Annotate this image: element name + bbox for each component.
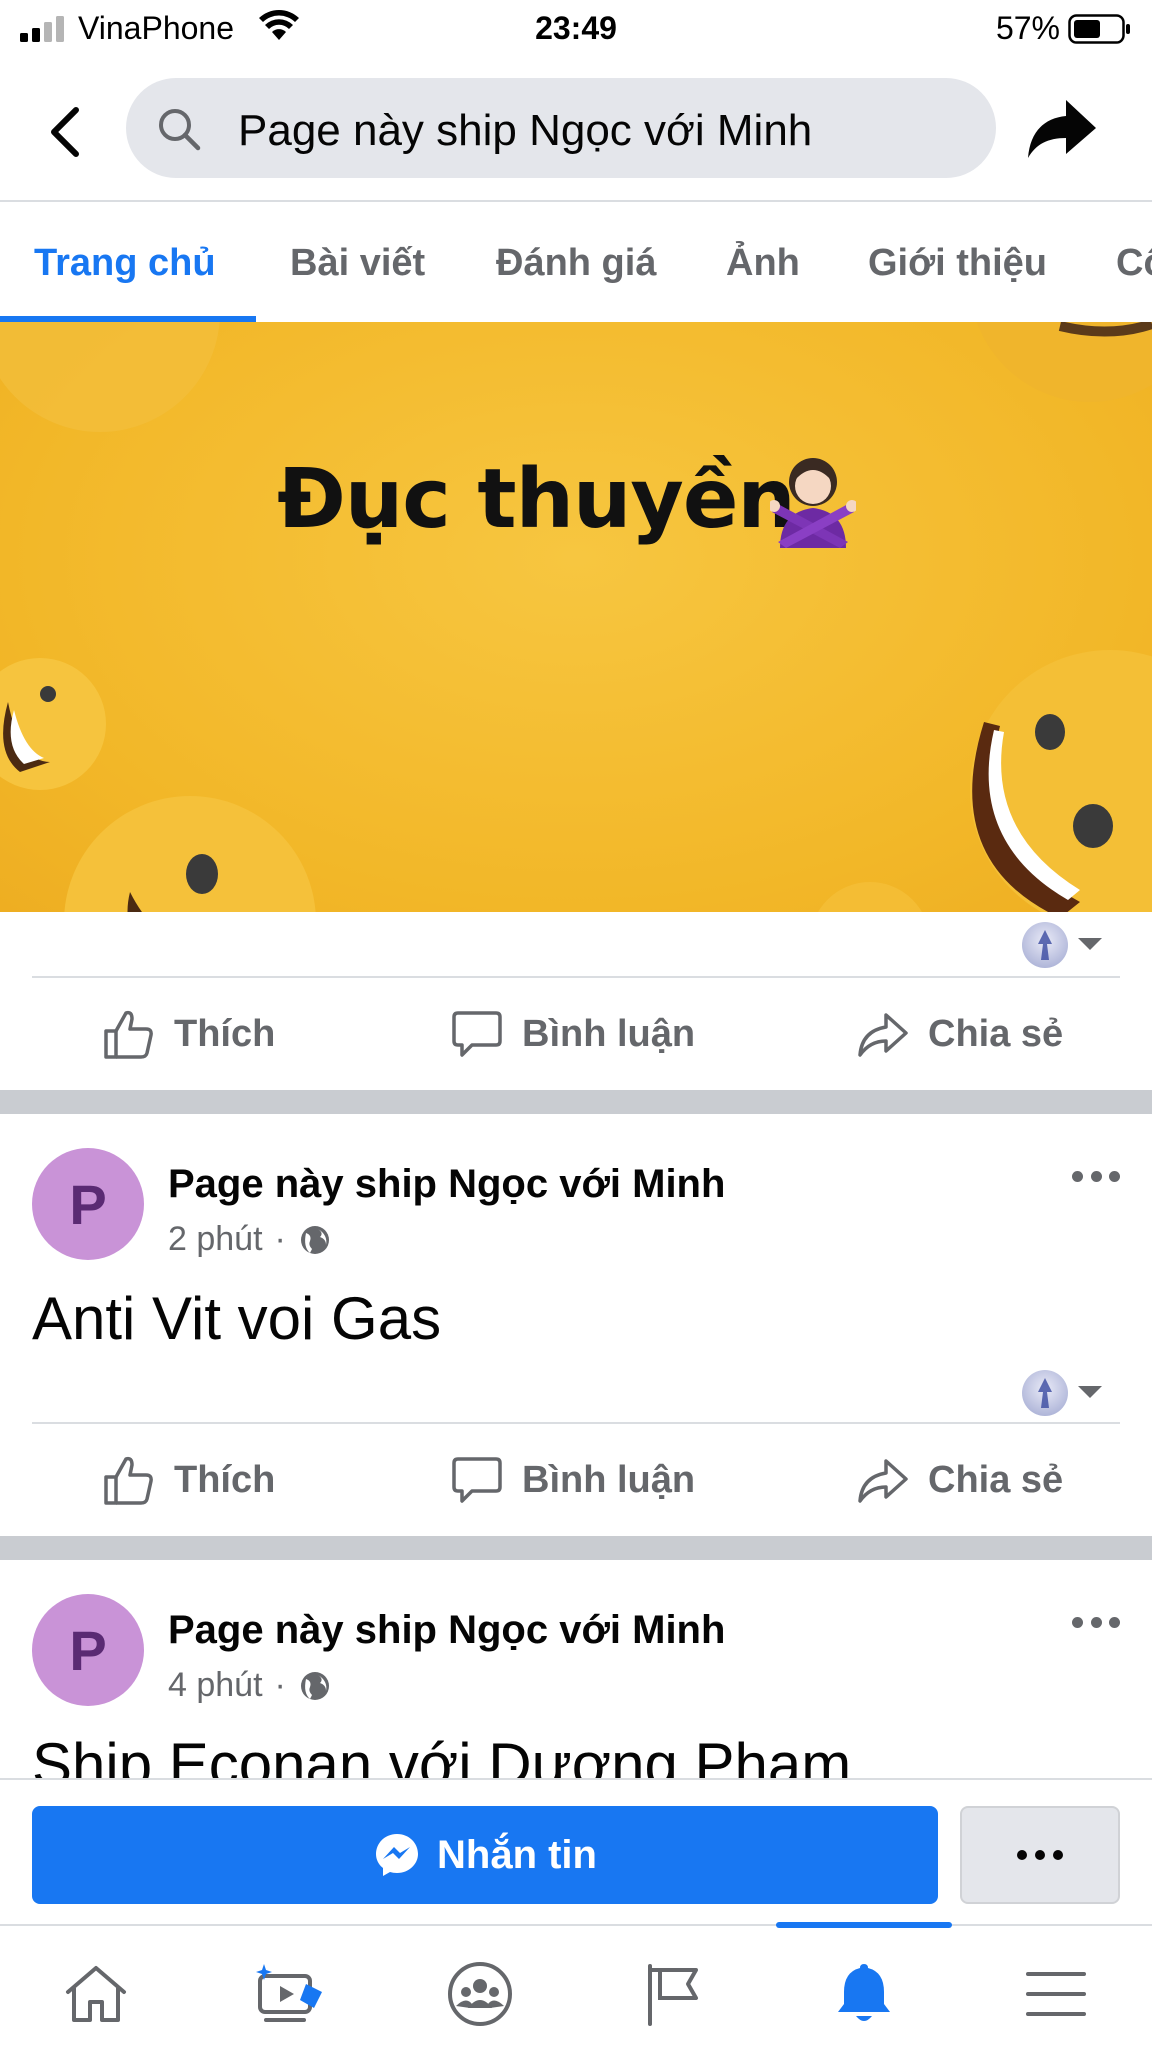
share-page-button[interactable] <box>1024 90 1100 166</box>
avatar[interactable]: P <box>32 1594 144 1706</box>
active-tab-indicator <box>776 1922 952 1928</box>
reaction-selector[interactable] <box>1022 1370 1112 1416</box>
avatar <box>1022 922 1068 968</box>
avatar[interactable]: P <box>32 1148 144 1260</box>
flag-icon <box>648 1964 698 2026</box>
dot <box>1053 1850 1063 1860</box>
cover-title: Đục thuyền <box>0 452 1152 547</box>
video-icon <box>256 1964 322 2022</box>
post-time[interactable]: 2 phút <box>168 1220 263 1259</box>
search-header: Page này ship Ngọc với Minh <box>0 62 1152 202</box>
home-icon <box>66 1966 126 2022</box>
dot <box>1109 1170 1120 1182</box>
more-dots-icon <box>1072 1616 1083 1628</box>
reaction-selector[interactable] <box>1022 922 1112 968</box>
dot <box>1090 1616 1102 1628</box>
dot <box>1109 1616 1120 1628</box>
message-button[interactable]: Nhắn tin <box>32 1806 938 1904</box>
app-tab-bar <box>0 1922 1152 2048</box>
like-label: Thích <box>174 1458 276 1501</box>
post-author[interactable]: Page này ship Ngọc với Minh <box>168 1608 725 1653</box>
tab-about[interactable]: Giới thiệu <box>868 242 1047 285</box>
hamburger-menu-icon <box>1026 1972 1086 2016</box>
caret-down-icon <box>1078 1386 1102 1398</box>
dot <box>1090 1170 1102 1182</box>
tab-posts[interactable]: Bài viết <box>290 242 425 285</box>
caret-down-icon <box>1078 938 1102 950</box>
post-options-button[interactable] <box>1072 1612 1120 1632</box>
globe-icon <box>300 1671 329 1700</box>
post-meta: 4 phút · <box>168 1666 332 1705</box>
like-button[interactable]: Thích <box>102 1424 275 1536</box>
tab-reviews[interactable]: Đánh giá <box>496 242 656 285</box>
comment-label: Bình luận <box>522 1458 696 1501</box>
battery-percent: 57% <box>995 10 1060 46</box>
share-label: Chia sẻ <box>928 1012 1064 1055</box>
status-bar: VinaPhone 23:49 57% <box>0 0 1152 62</box>
comment-icon <box>452 1011 502 1057</box>
post-text: Anti Vit voi Gas <box>32 1285 442 1352</box>
thumbs-up-icon <box>104 1010 153 1059</box>
tab-notifications[interactable] <box>824 1954 904 2034</box>
tab-home[interactable]: Trang chủ <box>34 242 216 285</box>
tab-photos[interactable]: Ảnh <box>726 242 800 285</box>
share-icon <box>858 1013 908 1057</box>
groups-icon <box>448 1962 512 2026</box>
battery-icon <box>1068 14 1130 44</box>
feed-separator <box>0 1536 1152 1560</box>
search-query: Page này ship Ngọc với Minh <box>238 106 813 155</box>
more-options-button[interactable] <box>960 1806 1120 1904</box>
share-arrow-icon <box>1028 100 1096 158</box>
clock: 23:49 <box>535 10 617 46</box>
share-button[interactable]: Chia sẻ <box>856 1424 1063 1536</box>
back-button[interactable] <box>40 102 90 162</box>
messenger-icon <box>376 1834 418 1876</box>
emoji-background-graphic <box>0 322 1152 912</box>
share-button[interactable]: Chia sẻ <box>856 978 1063 1090</box>
more-dots-icon <box>1017 1850 1027 1860</box>
search-icon <box>159 109 201 151</box>
page-action-bar: Nhắn tin <box>0 1778 1152 1924</box>
post-meta: 2 phút · <box>168 1220 332 1259</box>
tab-groups[interactable] <box>440 1954 520 2034</box>
comment-button[interactable]: Bình luận <box>450 1424 695 1536</box>
message-label: Nhắn tin <box>437 1832 597 1877</box>
post-actions: Thích Bình luận Chia sẻ <box>0 978 1152 1090</box>
like-button[interactable]: Thích <box>102 978 275 1090</box>
globe-icon <box>300 1225 329 1254</box>
meta-separator: · <box>274 1220 286 1258</box>
cover-image[interactable]: Đục thuyền <box>0 322 1152 912</box>
tab-home-feed[interactable] <box>56 1954 136 2034</box>
thumbs-up-icon <box>104 1456 153 1505</box>
post-author[interactable]: Page này ship Ngọc với Minh <box>168 1162 725 1207</box>
feed-separator <box>0 1090 1152 1114</box>
tab-pages[interactable] <box>632 1954 712 2034</box>
tab-watch[interactable] <box>248 1954 328 2034</box>
comment-label: Bình luận <box>522 1012 696 1055</box>
more-dots-icon <box>1072 1170 1083 1182</box>
post-actions: Thích Bình luận Chia sẻ <box>0 1424 1152 1536</box>
tab-menu[interactable] <box>1016 1954 1096 2034</box>
share-label: Chia sẻ <box>928 1458 1064 1501</box>
like-label: Thích <box>174 1012 276 1055</box>
chevron-left-icon <box>51 107 79 157</box>
search-input[interactable]: Page này ship Ngọc với Minh <box>126 78 996 178</box>
meta-separator: · <box>274 1666 286 1704</box>
post-time[interactable]: 4 phút <box>168 1666 263 1705</box>
tab-community[interactable]: Cộ <box>1116 242 1152 285</box>
post-options-button[interactable] <box>1072 1166 1120 1186</box>
cover-title-text: Đục thuyền <box>277 452 796 547</box>
comment-icon <box>452 1457 502 1503</box>
comment-button[interactable]: Bình luận <box>450 978 695 1090</box>
dot <box>1035 1850 1045 1860</box>
person-gesturing-no-icon <box>770 458 856 548</box>
page-tabs: Trang chủ Bài viết Đánh giá Ảnh Giới thi… <box>0 204 1152 322</box>
avatar <box>1022 1370 1068 1416</box>
share-icon <box>858 1459 908 1503</box>
bell-icon <box>838 1964 890 2021</box>
